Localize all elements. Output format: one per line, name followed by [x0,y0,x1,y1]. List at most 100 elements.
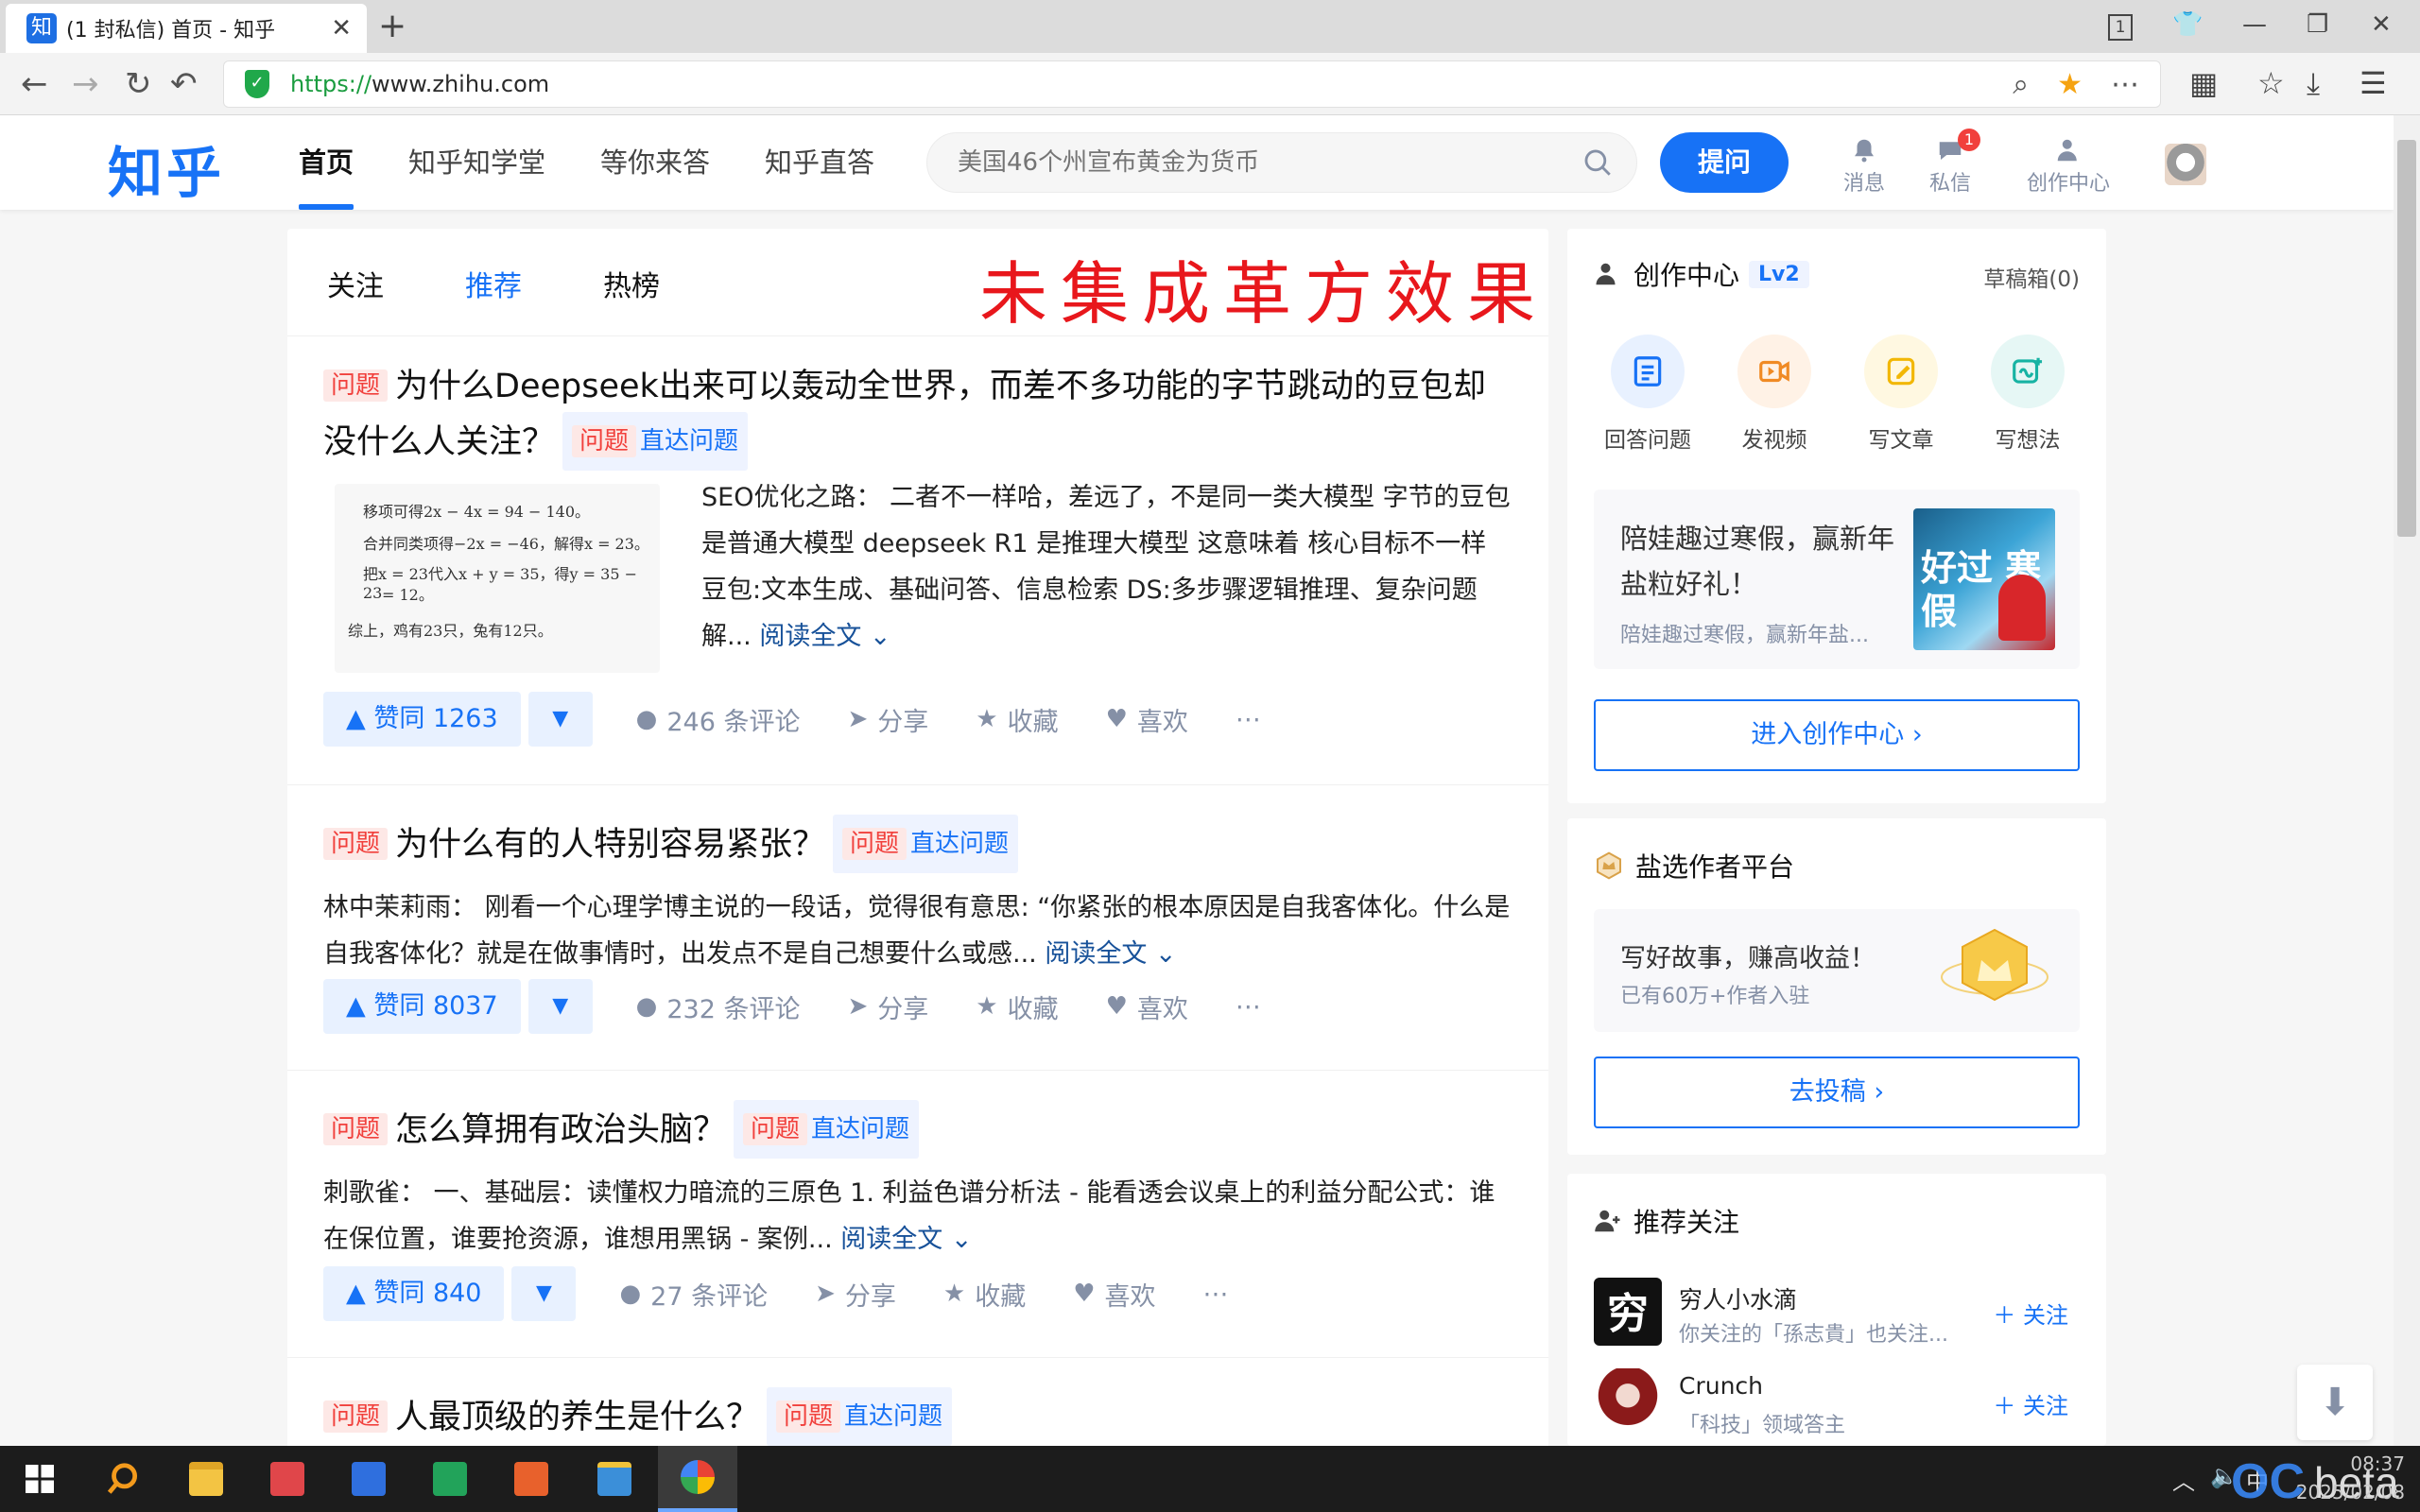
downvote-button[interactable]: ▼ [527,979,593,1034]
promo-banner[interactable]: 陪娃趣过寒假，赢新年盐粒好礼！ 陪娃趣过寒假，赢新年盐... 好过 寒假 [1594,490,2080,669]
tool-video[interactable]: 发视频 [1722,335,1826,454]
forward-icon[interactable]: → [72,64,99,104]
like-button[interactable]: ♥ 喜欢 [1073,1276,1155,1313]
url-field[interactable]: ✓ https://www.zhihu.com ⌕ ★ ⋯ [223,60,2161,108]
drafts-link[interactable]: 草稿箱(0) [1983,261,2080,293]
question-title[interactable]: 问题 怎么算拥有政治头脑？ 问题 直达问题 [323,1100,1512,1159]
read-more-link[interactable]: 阅读全文 ⌄ [1045,939,1176,969]
search-input[interactable] [958,133,1563,192]
ask-question-button[interactable]: 提问 [1660,132,1789,193]
direct-question-link[interactable]: 问题 直达问题 [562,412,749,471]
upvote-button[interactable]: ▲ 赞同 840 [323,1266,505,1321]
start-windows-icon[interactable] [0,1446,79,1512]
tab-recommend[interactable]: 推荐 [465,263,522,304]
notifications-button[interactable]: 消息 [1817,136,1911,197]
answer-excerpt[interactable]: 刺歌雀： 一、基础层：读懂权力暗流的三原色 1. 利益色谱分析法 - 能看透会议… [323,1170,1512,1263]
new-tab-icon[interactable]: + [378,8,406,45]
back-icon[interactable]: ← [21,64,48,104]
share-button[interactable]: ➤ 分享 [847,701,928,738]
direct-question-link[interactable]: 问题 直达问题 [767,1387,953,1446]
more-actions-icon[interactable]: ⋯ [1203,1280,1229,1309]
skin-shirt-icon[interactable]: 👕 [2172,6,2203,43]
comment-button[interactable]: ● 232 条评论 [636,988,801,1025]
user-avatar[interactable] [2165,144,2206,185]
slides-app-icon[interactable] [492,1446,571,1512]
user-avatar[interactable]: 穷 [1594,1278,1662,1346]
bookmark-star-icon[interactable]: ★ [2057,67,2083,103]
more-actions-icon[interactable]: ⋯ [1236,705,1261,734]
nav-zhida[interactable]: 知乎直答 [765,115,874,210]
zoom-icon[interactable]: ⌕ [2013,67,2029,103]
browser-tab[interactable]: 知 (1 封私信) 首页 - 知乎 ✕ [6,4,367,53]
user-name[interactable]: Crunch [1679,1372,1763,1400]
comment-button[interactable]: ● 246 条评论 [636,701,801,738]
tab-close-icon[interactable]: ✕ [331,14,352,43]
browser-app-icon[interactable] [658,1446,737,1512]
nav-home[interactable]: 首页 [299,115,354,210]
like-button[interactable]: ♥ 喜欢 [1106,701,1188,738]
direct-question-link[interactable]: 问题 直达问题 [734,1100,920,1159]
tool-idea[interactable]: 写想法 [1976,335,2080,454]
salt-card[interactable]: 写好故事，赚高收益！ 已有60万+作者入驻 [1594,909,2080,1032]
file-explorer-icon[interactable] [166,1446,246,1512]
tab-hot[interactable]: 热榜 [603,263,660,304]
restore-icon[interactable]: ❐ [2307,6,2328,43]
upvote-button[interactable]: ▲ 赞同 1263 [323,692,521,747]
scroll-down-icon[interactable]: ⬇ [2297,1365,2373,1440]
search-icon[interactable] [1582,146,1614,179]
question-title[interactable]: 问题 人最顶级的养生是什么？ 问题 直达问题 [323,1387,1512,1446]
zhihu-logo[interactable]: 知乎 [108,129,225,208]
messages-button[interactable]: 1 私信 [1903,129,1997,197]
user-name[interactable]: 穷人小水滴 [1679,1281,1797,1315]
sheet-app-icon[interactable] [410,1446,490,1512]
pdf-app-icon[interactable] [248,1446,327,1512]
system-clock[interactable]: 08:37 2025/02/08 [2282,1450,2405,1506]
favorites-icon[interactable]: ☆ [2257,64,2285,102]
follow-button[interactable]: ＋ 关注 [1993,1387,2068,1420]
submit-button[interactable]: 去投稿 › [1594,1057,2080,1128]
comment-button[interactable]: ● 27 条评论 [619,1276,768,1313]
like-button[interactable]: ♥ 喜欢 [1106,988,1188,1025]
more-actions-icon[interactable]: ⋯ [1236,992,1261,1022]
word-app-icon[interactable] [329,1446,408,1512]
tool-answer[interactable]: 回答问题 [1596,335,1700,454]
enter-creator-center-button[interactable]: 进入创作中心 › [1594,699,2080,771]
nav-zhixuetang[interactable]: 知乎知学堂 [408,115,545,210]
notes-app-icon[interactable] [575,1446,654,1512]
tab-follow[interactable]: 关注 [327,263,384,304]
downvote-button[interactable]: ▼ [511,1266,577,1321]
nav-waiting-answers[interactable]: 等你来答 [600,115,710,210]
share-button[interactable]: ➤ 分享 [815,1276,896,1313]
menu-icon[interactable]: ☰ [2360,64,2387,102]
reload-icon[interactable]: ↻ [125,64,152,104]
collect-button[interactable]: ★ 收藏 [976,701,1058,738]
answer-thumbnail[interactable]: 移项可得2x − 4x = 94 − 140。 合并同类项得−2x = −46，… [335,484,660,673]
more-icon[interactable]: ⋯ [2111,67,2139,103]
question-title[interactable]: 问题 为什么有的人特别容易紧张？ 问题 直达问题 [323,815,1512,873]
upvote-button[interactable]: ▲ 赞同 8037 [323,979,521,1034]
minimize-icon[interactable]: — [2242,6,2267,43]
page-scrollbar[interactable] [2394,115,2420,1446]
collect-button[interactable]: ★ 收藏 [976,988,1058,1025]
collect-button[interactable]: ★ 收藏 [943,1276,1026,1313]
read-more-link[interactable]: 阅读全文 ⌄ [759,622,890,651]
creator-center-button[interactable]: 创作中心 [2012,136,2125,197]
scrollbar-thumb[interactable] [2397,140,2416,537]
undo-icon[interactable]: ↶ [170,64,198,104]
read-more-link[interactable]: 阅读全文 ⌄ [840,1225,972,1254]
recommend-user-row[interactable]: Crunch 「科技」领域答主 ＋ 关注 [1594,1368,2080,1444]
apps-grid-icon[interactable]: ▦ [2189,64,2218,102]
tray-up-arrow-icon[interactable]: ︿ [2172,1463,2195,1496]
share-button[interactable]: ➤ 分享 [847,988,928,1025]
direct-question-link[interactable]: 问题 直达问题 [833,815,1019,873]
question-title[interactable]: 问题 为什么Deepseek出来可以轰动全世界，而差不多功能的字节跳动的豆包却没什… [323,361,1512,471]
download-icon[interactable]: ⤓ [2307,64,2320,102]
downvote-button[interactable]: ▼ [527,692,593,747]
answer-excerpt[interactable]: SEO优化之路： 二者不一样哈，差远了，不是同一类大模型 字节的豆包是普通大模型… [701,474,1514,660]
tool-article[interactable]: 写文章 [1849,335,1953,454]
tab-count-icon[interactable]: 1 [2108,6,2133,43]
user-avatar[interactable] [1594,1368,1662,1436]
close-window-icon[interactable]: ✕ [2371,6,2392,43]
answer-excerpt[interactable]: 林中茉莉雨： 刚看一个心理学博主说的一段话，觉得很有意思: “你紧张的根本原因是… [323,885,1512,977]
follow-button[interactable]: ＋ 关注 [1993,1297,2068,1330]
